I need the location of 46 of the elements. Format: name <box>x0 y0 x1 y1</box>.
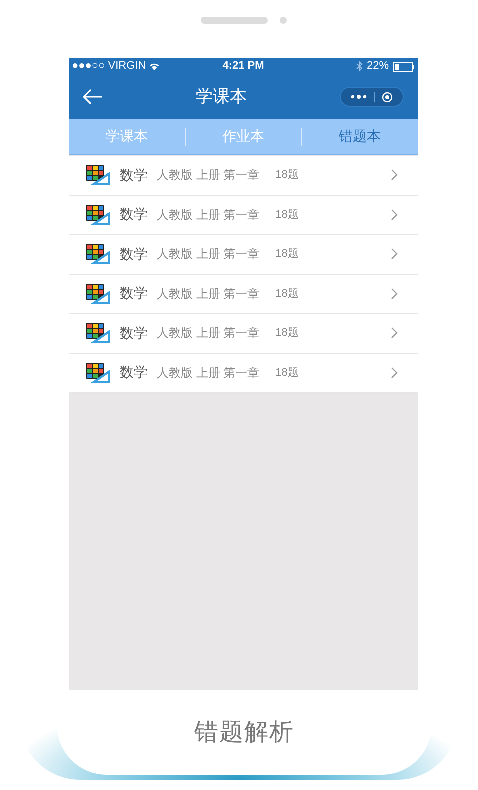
question-count-text: 18题 <box>276 366 299 380</box>
bluetooth-icon <box>356 61 363 72</box>
battery-text: 22% <box>366 59 389 74</box>
math-grid-ruler-icon <box>85 243 111 266</box>
book-details-text: 人教版 上册 第一章 <box>157 364 260 382</box>
caption-text: 错题解析 <box>194 718 294 748</box>
chevron-right-icon <box>391 169 398 182</box>
subject-text: 数学 <box>120 166 148 185</box>
subject-text: 数学 <box>120 284 148 304</box>
page-title: 学课本 <box>195 86 248 108</box>
clock-text: 4:21 PM <box>222 59 264 74</box>
more-icon[interactable] <box>350 95 367 99</box>
question-count-text: 18题 <box>276 286 299 302</box>
battery-icon <box>392 62 415 72</box>
list-row[interactable]: 数学 人教版 上册 第一章 18题 <box>69 354 418 393</box>
subject-text: 数学 <box>120 205 148 224</box>
chevron-right-icon <box>391 366 398 379</box>
book-details-text: 人教版 上册 第一章 <box>157 206 260 224</box>
wifi-icon <box>149 62 160 71</box>
question-count-text: 18题 <box>276 326 299 341</box>
back-button[interactable] <box>83 87 103 107</box>
math-grid-ruler-icon <box>85 322 111 344</box>
carrier-text: ●●●○○ VIRGIN <box>72 59 146 74</box>
chevron-right-icon <box>391 248 398 260</box>
question-count-text: 18题 <box>276 168 299 183</box>
book-details-text: 人教版 上册 第一章 <box>157 246 260 264</box>
math-grid-ruler-icon <box>85 164 111 186</box>
speaker-grille <box>201 17 268 24</box>
list-row[interactable]: 数学 人教版 上册 第一章 18题 <box>69 196 418 235</box>
subject-text: 数学 <box>120 363 148 382</box>
math-grid-ruler-icon <box>85 204 111 226</box>
list-row[interactable]: 数学 人教版 上册 第一章 18题 <box>69 274 418 314</box>
question-count-text: 18题 <box>276 247 299 262</box>
question-count-text: 18题 <box>276 208 299 222</box>
chevron-right-icon <box>391 327 398 340</box>
book-details-text: 人教版 上册 第一章 <box>157 167 260 184</box>
close-target-icon[interactable] <box>382 92 394 102</box>
subject-text: 数学 <box>120 244 148 264</box>
math-grid-ruler-icon <box>85 282 111 305</box>
chevron-right-icon <box>391 288 398 300</box>
chevron-right-icon <box>391 208 398 221</box>
math-grid-ruler-icon <box>85 362 111 384</box>
subject-text: 数学 <box>120 324 148 343</box>
capsule-menu[interactable] <box>340 87 404 107</box>
book-details-text: 人教版 上册 第一章 <box>157 325 260 342</box>
book-details-text: 人教版 上册 第一章 <box>157 286 260 303</box>
